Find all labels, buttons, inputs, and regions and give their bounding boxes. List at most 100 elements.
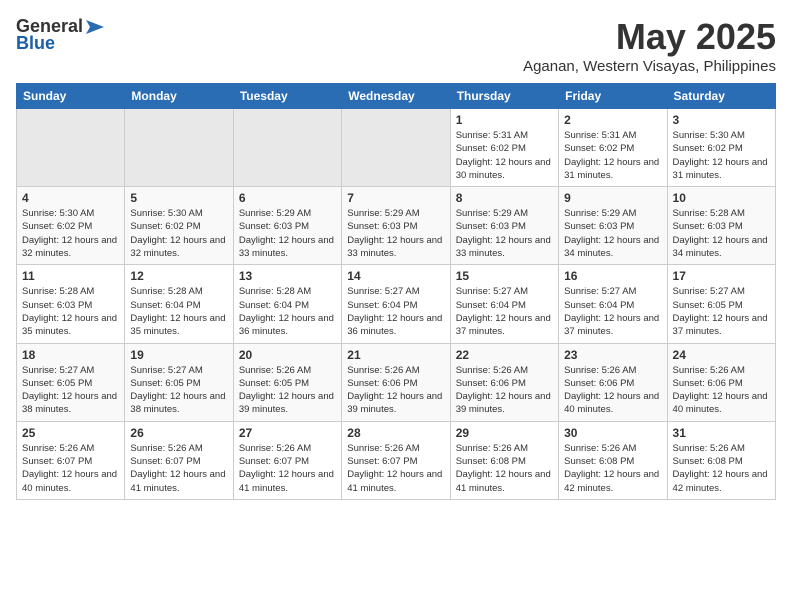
logo: General Blue <box>16 16 107 54</box>
calendar-day-cell: 7 Sunrise: 5:29 AMSunset: 6:03 PMDaylight… <box>342 187 450 265</box>
day-info: Sunrise: 5:27 AMSunset: 6:04 PMDaylight:… <box>347 285 444 338</box>
calendar-day-cell: 30Sunrise: 5:26 AMSunset: 6:08 PMDayligh… <box>559 421 667 499</box>
calendar-day-cell <box>125 109 233 187</box>
day-number: 28 <box>347 426 444 440</box>
calendar-day-cell: 27 Sunrise: 5:26 AMSunset: 6:07 PMDayligh… <box>233 421 341 499</box>
day-info: Sunrise: 5:28 AMSunset: 6:04 PMDaylight:… <box>130 285 227 338</box>
calendar-day-cell: 22 Sunrise: 5:26 AMSunset: 6:06 PMDayligh… <box>450 343 558 421</box>
day-info: Sunrise: 5:29 AMSunset: 6:03 PMDaylight:… <box>239 207 336 260</box>
day-number: 8 <box>456 191 553 205</box>
day-info: Sunrise: 5:28 AMSunset: 6:03 PMDaylight:… <box>22 285 119 338</box>
day-number: 4 <box>22 191 119 205</box>
weekday-header-saturday: Saturday <box>667 84 775 109</box>
day-info: Sunrise: 5:26 AMSunset: 6:07 PMDaylight:… <box>22 442 119 495</box>
calendar-week-row: 4 Sunrise: 5:30 AMSunset: 6:02 PMDaylight… <box>17 187 776 265</box>
day-number: 13 <box>239 269 336 283</box>
day-number: 24 <box>673 348 770 362</box>
day-info: Sunrise: 5:27 AMSunset: 6:04 PMDaylight:… <box>564 285 661 338</box>
day-info: Sunrise: 5:26 AMSunset: 6:06 PMDaylight:… <box>673 364 770 417</box>
day-number: 19 <box>130 348 227 362</box>
calendar-day-cell: 3 Sunrise: 5:30 AMSunset: 6:02 PMDaylight… <box>667 109 775 187</box>
day-info: Sunrise: 5:29 AMSunset: 6:03 PMDaylight:… <box>564 207 661 260</box>
day-number: 3 <box>673 113 770 127</box>
calendar-day-cell: 31 Sunrise: 5:26 AMSunset: 6:08 PMDayligh… <box>667 421 775 499</box>
day-info: Sunrise: 5:30 AMSunset: 6:02 PMDaylight:… <box>22 207 119 260</box>
calendar-day-cell: 5Sunrise: 5:30 AMSunset: 6:02 PMDaylight… <box>125 187 233 265</box>
weekday-header-tuesday: Tuesday <box>233 84 341 109</box>
day-number: 16 <box>564 269 661 283</box>
day-number: 12 <box>130 269 227 283</box>
weekday-header-sunday: Sunday <box>17 84 125 109</box>
day-info: Sunrise: 5:26 AMSunset: 6:08 PMDaylight:… <box>673 442 770 495</box>
calendar-table: SundayMondayTuesdayWednesdayThursdayFrid… <box>16 83 776 500</box>
day-number: 10 <box>673 191 770 205</box>
calendar-day-cell: 26 Sunrise: 5:26 AMSunset: 6:07 PMDayligh… <box>125 421 233 499</box>
day-number: 26 <box>130 426 227 440</box>
day-info: Sunrise: 5:31 AMSunset: 6:02 PMDaylight:… <box>456 129 553 182</box>
calendar-day-cell: 21 Sunrise: 5:26 AMSunset: 6:06 PMDayligh… <box>342 343 450 421</box>
calendar-day-cell: 14 Sunrise: 5:27 AMSunset: 6:04 PMDayligh… <box>342 265 450 343</box>
day-info: Sunrise: 5:26 AMSunset: 6:06 PMDaylight:… <box>564 364 661 417</box>
calendar-week-row: 18 Sunrise: 5:27 AMSunset: 6:05 PMDayligh… <box>17 343 776 421</box>
day-number: 21 <box>347 348 444 362</box>
day-info: Sunrise: 5:26 AMSunset: 6:08 PMDaylight:… <box>564 442 661 495</box>
weekday-header-row: SundayMondayTuesdayWednesdayThursdayFrid… <box>17 84 776 109</box>
day-info: Sunrise: 5:26 AMSunset: 6:08 PMDaylight:… <box>456 442 553 495</box>
day-number: 6 <box>239 191 336 205</box>
day-number: 5 <box>130 191 227 205</box>
calendar-day-cell: 10Sunrise: 5:28 AMSunset: 6:03 PMDayligh… <box>667 187 775 265</box>
day-number: 25 <box>22 426 119 440</box>
day-info: Sunrise: 5:26 AMSunset: 6:06 PMDaylight:… <box>456 364 553 417</box>
logo-icon <box>84 18 106 36</box>
calendar-week-row: 11 Sunrise: 5:28 AMSunset: 6:03 PMDayligh… <box>17 265 776 343</box>
calendar-day-cell: 20Sunrise: 5:26 AMSunset: 6:05 PMDayligh… <box>233 343 341 421</box>
calendar-day-cell <box>17 109 125 187</box>
weekday-header-friday: Friday <box>559 84 667 109</box>
day-number: 18 <box>22 348 119 362</box>
day-number: 9 <box>564 191 661 205</box>
calendar-day-cell: 8 Sunrise: 5:29 AMSunset: 6:03 PMDaylight… <box>450 187 558 265</box>
calendar-day-cell: 16 Sunrise: 5:27 AMSunset: 6:04 PMDayligh… <box>559 265 667 343</box>
calendar-day-cell: 6 Sunrise: 5:29 AMSunset: 6:03 PMDaylight… <box>233 187 341 265</box>
weekday-header-wednesday: Wednesday <box>342 84 450 109</box>
weekday-header-thursday: Thursday <box>450 84 558 109</box>
calendar-day-cell: 28Sunrise: 5:26 AMSunset: 6:07 PMDayligh… <box>342 421 450 499</box>
day-info: Sunrise: 5:26 AMSunset: 6:07 PMDaylight:… <box>130 442 227 495</box>
day-number: 7 <box>347 191 444 205</box>
day-info: Sunrise: 5:26 AMSunset: 6:05 PMDaylight:… <box>239 364 336 417</box>
calendar-day-cell: 12 Sunrise: 5:28 AMSunset: 6:04 PMDayligh… <box>125 265 233 343</box>
day-number: 14 <box>347 269 444 283</box>
day-number: 11 <box>22 269 119 283</box>
day-info: Sunrise: 5:29 AMSunset: 6:03 PMDaylight:… <box>456 207 553 260</box>
calendar-day-cell: 1 Sunrise: 5:31 AMSunset: 6:02 PMDaylight… <box>450 109 558 187</box>
day-number: 31 <box>673 426 770 440</box>
day-info: Sunrise: 5:30 AMSunset: 6:02 PMDaylight:… <box>673 129 770 182</box>
day-number: 29 <box>456 426 553 440</box>
calendar-day-cell: 2Sunrise: 5:31 AMSunset: 6:02 PMDaylight… <box>559 109 667 187</box>
calendar-week-row: 1 Sunrise: 5:31 AMSunset: 6:02 PMDaylight… <box>17 109 776 187</box>
calendar-day-cell: 17Sunrise: 5:27 AMSunset: 6:05 PMDayligh… <box>667 265 775 343</box>
calendar-day-cell <box>233 109 341 187</box>
calendar-day-cell: 18Sunrise: 5:27 AMSunset: 6:05 PMDayligh… <box>17 343 125 421</box>
day-info: Sunrise: 5:27 AMSunset: 6:05 PMDaylight:… <box>130 364 227 417</box>
calendar-day-cell: 13 Sunrise: 5:28 AMSunset: 6:04 PMDayligh… <box>233 265 341 343</box>
calendar-day-cell: 25 Sunrise: 5:26 AMSunset: 6:07 PMDayligh… <box>17 421 125 499</box>
day-info: Sunrise: 5:26 AMSunset: 6:07 PMDaylight:… <box>239 442 336 495</box>
day-info: Sunrise: 5:27 AMSunset: 6:04 PMDaylight:… <box>456 285 553 338</box>
day-number: 1 <box>456 113 553 127</box>
day-info: Sunrise: 5:31 AMSunset: 6:02 PMDaylight:… <box>564 129 661 182</box>
calendar-day-cell: 29 Sunrise: 5:26 AMSunset: 6:08 PMDayligh… <box>450 421 558 499</box>
day-number: 27 <box>239 426 336 440</box>
day-info: Sunrise: 5:26 AMSunset: 6:06 PMDaylight:… <box>347 364 444 417</box>
day-info: Sunrise: 5:28 AMSunset: 6:04 PMDaylight:… <box>239 285 336 338</box>
day-number: 23 <box>564 348 661 362</box>
title-area: May 2025 Aganan, Western Visayas, Philip… <box>523 16 776 75</box>
month-title: May 2025 <box>523 16 776 58</box>
calendar-day-cell: 15Sunrise: 5:27 AMSunset: 6:04 PMDayligh… <box>450 265 558 343</box>
day-info: Sunrise: 5:29 AMSunset: 6:03 PMDaylight:… <box>347 207 444 260</box>
calendar-day-cell: 24 Sunrise: 5:26 AMSunset: 6:06 PMDayligh… <box>667 343 775 421</box>
day-number: 22 <box>456 348 553 362</box>
location-title: Aganan, Western Visayas, Philippines <box>523 58 776 75</box>
calendar-day-cell: 9 Sunrise: 5:29 AMSunset: 6:03 PMDaylight… <box>559 187 667 265</box>
calendar-day-cell: 23 Sunrise: 5:26 AMSunset: 6:06 PMDayligh… <box>559 343 667 421</box>
